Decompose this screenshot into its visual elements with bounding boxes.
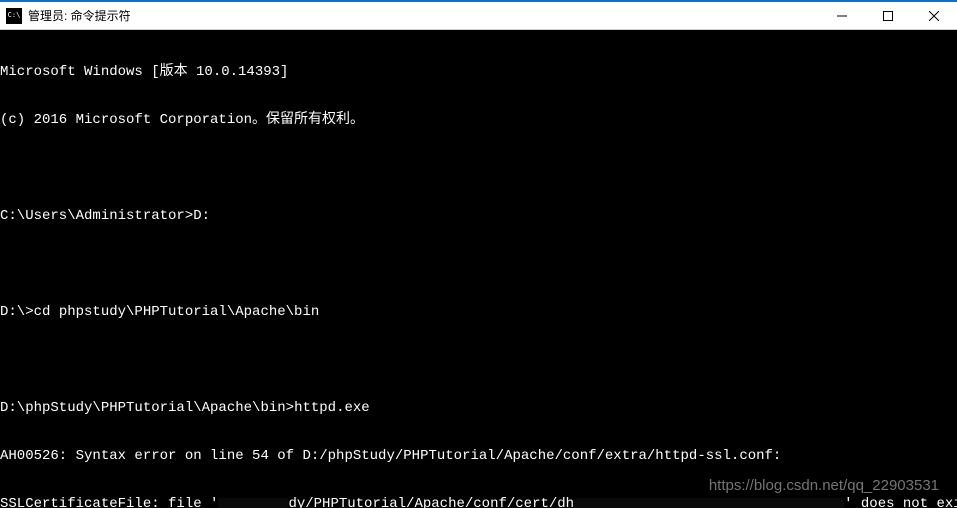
terminal-line: D:\phpStudy\PHPTutorial\Apache\bin>httpd… — [0, 400, 957, 416]
terminal-line — [0, 160, 957, 176]
output-text: ' does not exist o — [844, 496, 957, 508]
terminal-line — [0, 256, 957, 272]
watermark: https://blog.csdn.net/qq_22903531 — [709, 478, 939, 494]
terminal-line — [0, 352, 957, 368]
close-icon — [929, 11, 939, 21]
window-controls — [819, 2, 957, 29]
close-button[interactable] — [911, 2, 957, 29]
terminal-line: SSLCertificateFile: file ' dy/PHPTutorial… — [0, 496, 957, 508]
prompt: C:\Users\Administrator> — [0, 208, 193, 224]
minimize-icon — [837, 11, 847, 21]
titlebar[interactable]: 管理员: 命令提示符 — [0, 2, 957, 30]
window-title: 管理员: 命令提示符 — [28, 7, 819, 24]
prompt: D:\> — [0, 304, 34, 320]
minimize-button[interactable] — [819, 2, 865, 29]
redacted-text — [574, 498, 844, 508]
output-text: dy/PHPTutorial/Apache/conf/cert/dh — [288, 496, 574, 508]
terminal-line: AH00526: Syntax error on line 54 of D:/p… — [0, 448, 957, 464]
command-prompt-window: 管理员: 命令提示符 Microsoft Windows [版本 10.0.14… — [0, 0, 957, 508]
prompt: D:\phpStudy\PHPTutorial\Apache\bin> — [0, 400, 294, 416]
command: cd phpstudy\PHPTutorial\Apache\bin — [34, 304, 320, 320]
maximize-icon — [883, 11, 893, 21]
terminal-area[interactable]: Microsoft Windows [版本 10.0.14393] (c) 20… — [0, 30, 957, 508]
command: httpd.exe — [294, 400, 370, 416]
output-text: SSLCertificateFile: file ' — [0, 496, 218, 508]
redacted-text — [218, 498, 288, 508]
terminal-line: Microsoft Windows [版本 10.0.14393] — [0, 64, 957, 80]
terminal-line: D:\>cd phpstudy\PHPTutorial\Apache\bin — [0, 304, 957, 320]
command: D: — [193, 208, 210, 224]
maximize-button[interactable] — [865, 2, 911, 29]
terminal-line: C:\Users\Administrator>D: — [0, 208, 957, 224]
cmd-icon — [6, 8, 22, 24]
terminal-line: (c) 2016 Microsoft Corporation。保留所有权利。 — [0, 112, 957, 128]
